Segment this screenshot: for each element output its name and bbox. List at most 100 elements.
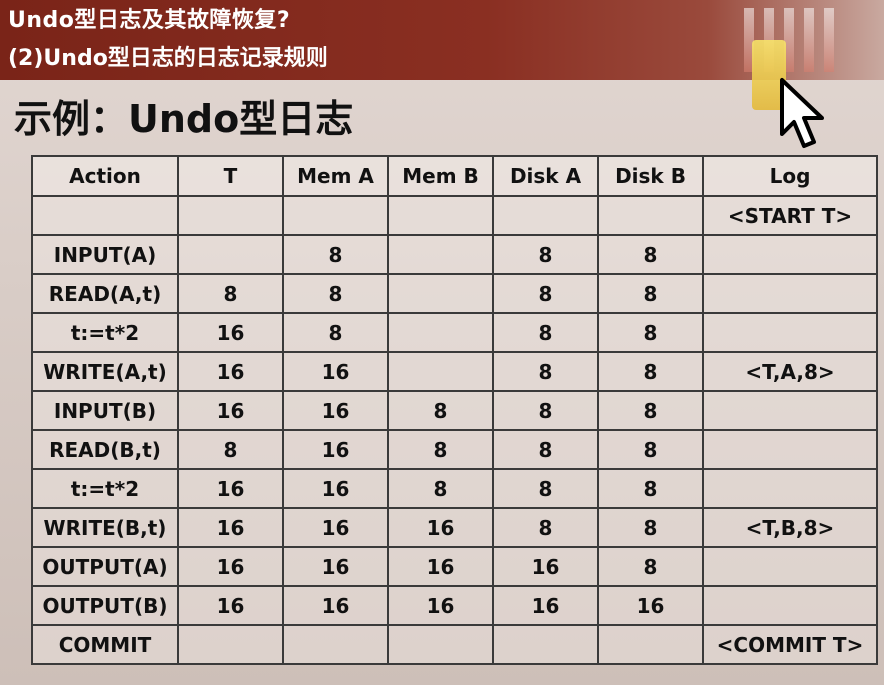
cell-disk-a: 16 [492,585,599,626]
cell-mem-a: 16 [282,585,389,626]
cell-disk-a: 8 [492,468,599,509]
cell-action: t:=t*2 [31,312,179,353]
column-header-disk-b: Disk B [597,155,704,197]
table-row: <START T> [31,195,878,236]
column-header-log: Log [702,155,878,197]
column-header-mem-b: Mem B [387,155,494,197]
cell-disk-a: 8 [492,234,599,275]
header-title: Undo型日志及其故障恢复? [8,8,291,33]
cell-mem-b [387,351,494,392]
cell-disk-a: 8 [492,273,599,314]
cell-mem-a [282,624,389,665]
cell-mem-a: 16 [282,351,389,392]
cell-log [702,429,878,470]
cell-disk-b: 8 [597,429,704,470]
cell-t: 16 [177,546,284,587]
column-header-t: T [177,155,284,197]
header-subtitle: (2)Undo型日志的日志记录规则 [8,46,328,71]
cell-disk-b: 8 [597,234,704,275]
cell-mem-b: 8 [387,390,494,431]
cell-log: <T,A,8> [702,351,878,392]
cell-mem-b [387,312,494,353]
undo-log-table: Action T Mem A Mem B Disk A Disk B Log <… [31,155,878,665]
cell-mem-b: 16 [387,585,494,626]
cell-action: INPUT(A) [31,234,179,275]
cell-log [702,312,878,353]
cell-disk-b: 8 [597,468,704,509]
table-row: COMMIT <COMMIT T> [31,624,878,665]
cell-mem-a: 8 [282,312,389,353]
cell-log [702,546,878,587]
cell-disk-b: 16 [597,585,704,626]
cell-log: <START T> [702,195,878,236]
table-row: INPUT(A) 8 8 8 [31,234,878,275]
cell-action: COMMIT [31,624,179,665]
table-row: OUTPUT(B) 16 16 16 16 16 [31,585,878,626]
mouse-pointer-icon [776,76,836,152]
cell-t [177,234,284,275]
table-body: <START T> INPUT(A) 8 8 8 READ(A,t) 8 8 8 8 t:=t*2 1… [31,195,878,665]
table-row: WRITE(A,t) 16 16 8 8 <T,A,8> [31,351,878,392]
cell-disk-b: 8 [597,507,704,548]
cell-mem-a: 16 [282,429,389,470]
column-header-action: Action [31,155,179,197]
cell-t: 8 [177,429,284,470]
cell-action: OUTPUT(B) [31,585,179,626]
cell-disk-b: 8 [597,312,704,353]
cell-disk-b: 8 [597,546,704,587]
table-row: READ(B,t) 8 16 8 8 8 [31,429,878,470]
cell-mem-a: 16 [282,546,389,587]
cell-action: OUTPUT(A) [31,546,179,587]
cell-disk-a: 16 [492,546,599,587]
cell-log: <T,B,8> [702,507,878,548]
cell-action: INPUT(B) [31,390,179,431]
cell-t: 16 [177,312,284,353]
cell-action: t:=t*2 [31,468,179,509]
cell-disk-b [597,195,704,236]
cell-t: 16 [177,507,284,548]
cell-log [702,273,878,314]
cell-mem-b [387,273,494,314]
table-row: READ(A,t) 8 8 8 8 [31,273,878,314]
cell-action: WRITE(A,t) [31,351,179,392]
cell-mem-b [387,234,494,275]
cell-mem-a: 16 [282,507,389,548]
cell-disk-a: 8 [492,429,599,470]
cell-action: WRITE(B,t) [31,507,179,548]
cell-mem-a: 8 [282,273,389,314]
cell-disk-a: 8 [492,351,599,392]
cell-mem-b: 16 [387,546,494,587]
cell-log [702,468,878,509]
cell-log [702,585,878,626]
cell-disk-b: 8 [597,273,704,314]
cell-t [177,195,284,236]
cell-action: READ(B,t) [31,429,179,470]
column-header-mem-a: Mem A [282,155,389,197]
cell-action [31,195,179,236]
cell-mem-b: 8 [387,429,494,470]
table-row: OUTPUT(A) 16 16 16 16 8 [31,546,878,587]
cell-disk-b: 8 [597,351,704,392]
cell-mem-a: 8 [282,234,389,275]
column-header-disk-a: Disk A [492,155,599,197]
cell-disk-b: 8 [597,390,704,431]
cell-t: 16 [177,351,284,392]
cell-log [702,234,878,275]
cell-disk-b [597,624,704,665]
cell-mem-b [387,624,494,665]
cell-t: 16 [177,390,284,431]
cell-mem-a: 16 [282,468,389,509]
table-row: WRITE(B,t) 16 16 16 8 8 <T,B,8> [31,507,878,548]
cell-action: READ(A,t) [31,273,179,314]
cell-mem-a: 16 [282,390,389,431]
table-row: INPUT(B) 16 16 8 8 8 [31,390,878,431]
cell-mem-b: 16 [387,507,494,548]
cell-disk-a [492,624,599,665]
cell-mem-a [282,195,389,236]
table-row: t:=t*2 16 8 8 8 [31,312,878,353]
table-header-row: Action T Mem A Mem B Disk A Disk B Log [31,155,878,197]
cell-log [702,390,878,431]
cell-log: <COMMIT T> [702,624,878,665]
cell-disk-a: 8 [492,507,599,548]
slide-title: 示例：Undo型日志 [14,97,354,141]
